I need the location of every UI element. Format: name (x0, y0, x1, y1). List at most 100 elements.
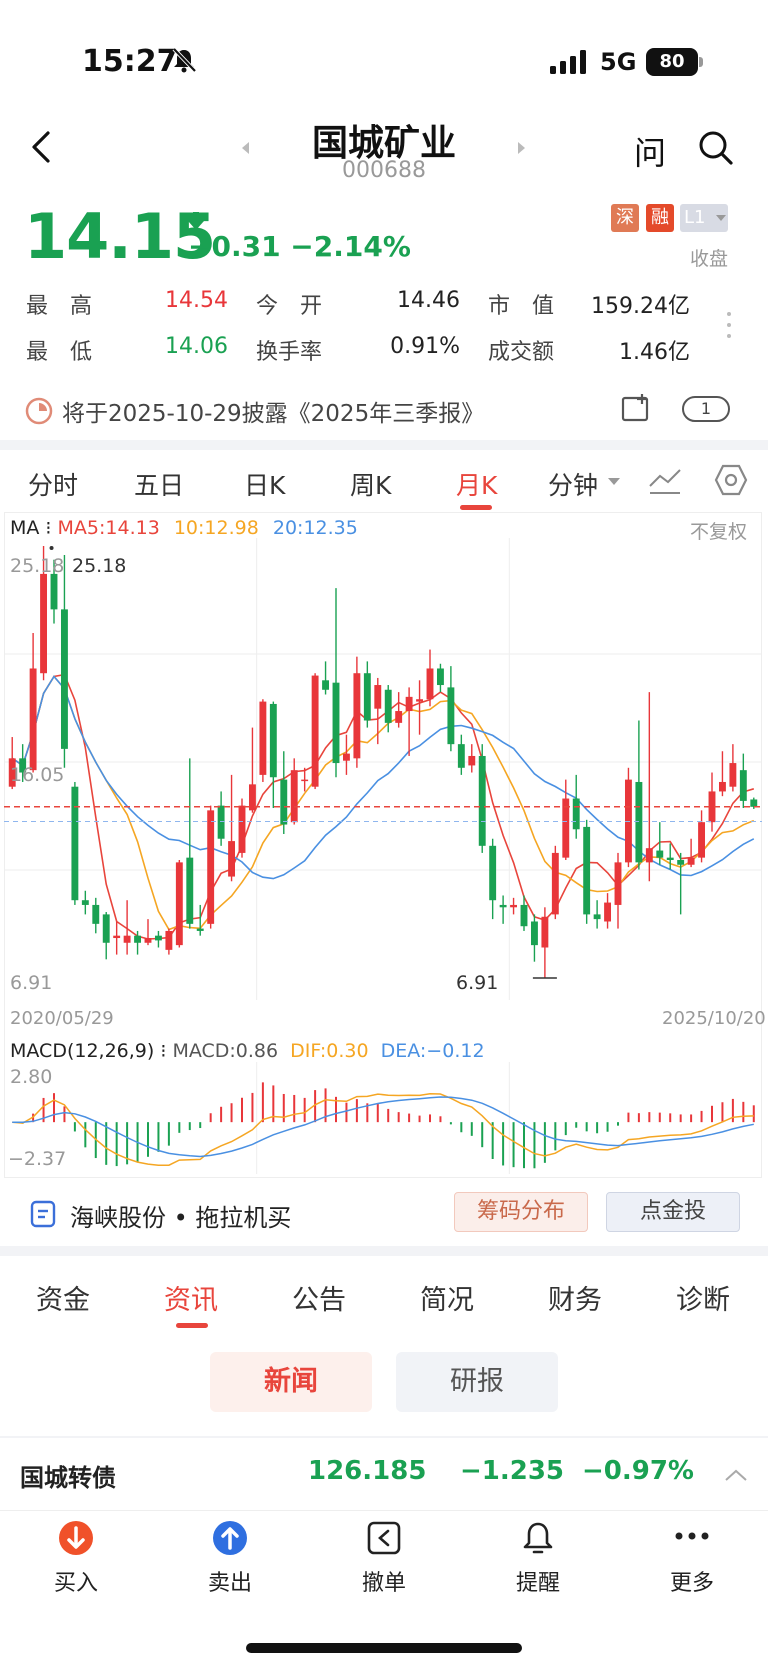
tab-profile[interactable]: 简况 (420, 1278, 474, 1317)
market-status: 收盘 (690, 248, 729, 270)
notice-count-badge[interactable]: 1 (682, 396, 730, 422)
candle-body (81, 900, 89, 905)
next-stock-icon[interactable] (518, 142, 525, 154)
ma5-line (11, 673, 755, 940)
margin-tag: 融 (646, 204, 674, 232)
subtab-research[interactable]: 研报 (396, 1352, 558, 1412)
home-indicator (246, 1643, 522, 1653)
candle-body (113, 935, 121, 939)
search-icon[interactable] (698, 130, 734, 166)
battery-icon: 80 (646, 48, 698, 76)
candle-body (478, 755, 486, 846)
bond-change: −1.235 (460, 1456, 565, 1486)
tab-weekly-k[interactable]: 周K (350, 466, 391, 502)
subtab-news[interactable]: 新闻 (210, 1352, 372, 1412)
bond-name[interactable]: 国城转债 (20, 1458, 116, 1493)
candle-body (154, 935, 162, 941)
candle-body (530, 921, 538, 946)
tab-financials[interactable]: 财务 (548, 1278, 602, 1317)
candle-body (572, 798, 580, 830)
tab-daily-k[interactable]: 日K (244, 466, 285, 502)
candle-body (384, 689, 392, 723)
ma20-value: 20:12.35 (272, 517, 358, 539)
chip-distribution-button[interactable]: 筹码分布 (454, 1192, 588, 1232)
candle-body (447, 687, 455, 745)
candle-body (729, 763, 737, 787)
more-vertical-icon[interactable] (726, 310, 732, 340)
expand-notice-icon[interactable] (620, 392, 654, 424)
status-time: 15:27 (82, 44, 178, 79)
tab-monthly-k[interactable]: 月K (456, 466, 497, 502)
candle-body (40, 573, 48, 674)
buy-icon[interactable] (58, 1520, 94, 1556)
candle-body (687, 857, 695, 865)
candle-body (416, 699, 424, 702)
tab-funds[interactable]: 资金 (36, 1278, 90, 1317)
stat-value-amount: 1.46亿 (619, 340, 690, 365)
candle-body (102, 914, 110, 943)
stat-value-open: 14.46 (397, 288, 460, 313)
stat-label-low: 最 低 (26, 340, 93, 365)
dianjintou-button[interactable]: 点金投 (606, 1192, 740, 1232)
tab-intraday[interactable]: 分时 (28, 466, 78, 502)
tab-announcements[interactable]: 公告 (292, 1278, 346, 1317)
candle-body (269, 703, 277, 778)
candle-body (457, 744, 465, 768)
buy-button[interactable]: 买入 (36, 1565, 116, 1597)
cancel-order-button[interactable]: 撤单 (344, 1565, 424, 1597)
indicator-settings-icon[interactable] (648, 466, 682, 496)
ask-button[interactable]: 问 (634, 128, 666, 174)
candle-body (604, 902, 612, 922)
ma10-value: 10:12.98 (173, 517, 259, 539)
candle-body (134, 935, 142, 943)
candle-body (750, 799, 758, 807)
more-button[interactable]: 更多 (652, 1565, 732, 1597)
candle-body (186, 857, 194, 924)
stat-label-high: 最 高 (26, 294, 93, 319)
more-icon[interactable] (674, 1530, 710, 1542)
settings-hexagon-icon[interactable] (714, 464, 748, 496)
candle-body (583, 826, 591, 915)
bell-muted-icon (172, 47, 197, 73)
candle-body (123, 935, 131, 943)
ma-legend: MA ⁝ MA5:14.13 10:12.98 20:12.35 (10, 517, 358, 539)
candle-body (50, 573, 58, 610)
promo-text[interactable]: 海峡股份 • 拖拉机买 (70, 1198, 291, 1233)
section-divider (0, 1246, 768, 1256)
macd-legend: MACD(12,26,9) ⁝ MACD:0.86 DIF:0.30 DEA:−… (10, 1040, 485, 1062)
candle-body (60, 609, 68, 749)
chevron-up-icon[interactable] (724, 1468, 748, 1482)
macd-name: MACD(12,26,9) (10, 1040, 155, 1062)
sell-icon[interactable] (212, 1520, 248, 1556)
cancel-order-icon[interactable] (366, 1520, 402, 1556)
tab-diagnosis[interactable]: 诊断 (676, 1278, 730, 1317)
candle-body (301, 779, 309, 782)
candle-body (593, 914, 601, 920)
alert-button[interactable]: 提醒 (498, 1565, 578, 1597)
kline-chart[interactable] (4, 538, 762, 1000)
market-tag: 深 (611, 204, 639, 232)
tab-news-info[interactable]: 资讯 (164, 1278, 218, 1317)
candle-body (666, 857, 674, 861)
macd-chart[interactable] (4, 1062, 762, 1174)
macd-axis-bottom: −2.37 (8, 1148, 67, 1170)
ma20-line (11, 675, 755, 880)
y-axis-top: 25.18 (10, 555, 65, 577)
candle-body (510, 904, 518, 908)
section-divider (0, 440, 768, 450)
high-marker-label: 25.18 (72, 555, 127, 577)
candle-body (71, 786, 79, 901)
tab-five-day[interactable]: 五日 (134, 466, 184, 502)
sell-button[interactable]: 卖出 (190, 1565, 270, 1597)
report-notice[interactable]: 将于2025-10-29披露《2025年三季报》 (62, 394, 484, 428)
candle-body (29, 668, 37, 771)
chevron-down-icon (608, 478, 620, 485)
bond-change-pct: −0.97% (582, 1456, 694, 1486)
candle-body (374, 685, 382, 709)
candle-body (259, 701, 267, 775)
bell-icon[interactable] (520, 1520, 556, 1556)
bond-price: 126.185 (308, 1456, 427, 1486)
candle-body (499, 904, 507, 908)
active-tab-indicator (176, 1323, 208, 1328)
tab-minute[interactable]: 分钟 (548, 466, 598, 502)
